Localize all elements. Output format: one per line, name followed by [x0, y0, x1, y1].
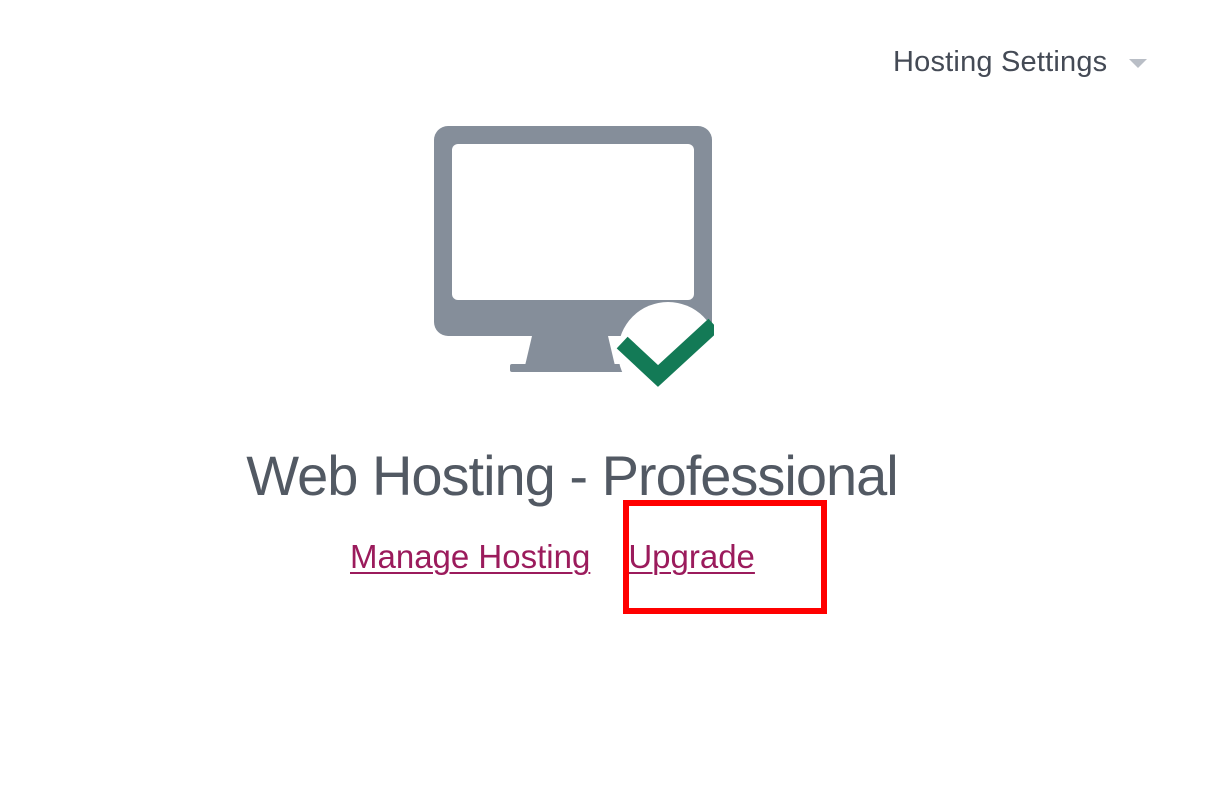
caret-down-icon: [1129, 58, 1148, 68]
hosting-settings-dropdown[interactable]: Hosting Settings: [893, 42, 1148, 82]
monitor-check-icon: [434, 126, 714, 388]
product-title: Web Hosting - Professional: [246, 444, 899, 507]
upgrade-link[interactable]: Upgrade: [628, 534, 755, 580]
hosting-actions: Manage Hosting Upgrade: [350, 534, 755, 580]
hosting-settings-label: Hosting Settings: [893, 46, 1108, 78]
hosting-card: Hosting Settings Web Hosting - Professio…: [0, 0, 1212, 786]
manage-hosting-link[interactable]: Manage Hosting: [350, 534, 590, 580]
